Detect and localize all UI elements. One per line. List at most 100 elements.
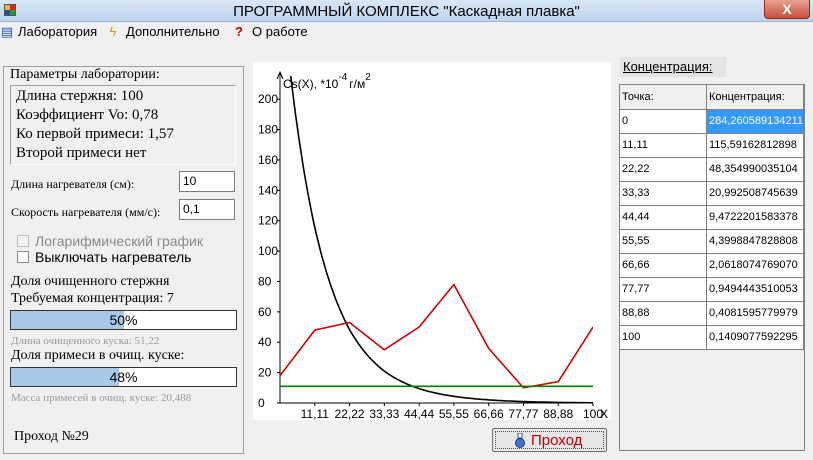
y-tick-label: 20: [258, 366, 272, 380]
purified-length-note: Длина очищенного куска: 51,22: [11, 335, 160, 347]
impurity-share-label: Доля примеси в очищ. куске:: [11, 348, 185, 363]
point-cell[interactable]: 77,77: [620, 277, 707, 302]
required-concentration-label: Требуемая концентрация: 7: [11, 291, 174, 306]
point-cell[interactable]: 88,88: [620, 301, 707, 326]
concentration-cell[interactable]: 284,260589134211: [706, 109, 804, 134]
concentration-cell[interactable]: 0,4081595779979: [706, 301, 804, 326]
point-cell[interactable]: 0: [620, 109, 707, 134]
concentration-cell[interactable]: 4,3998847828808: [706, 229, 804, 254]
title-bar: ПРОГРАММНЫЙ КОМПЛЕКС "Каскадная плавка" …: [0, 0, 813, 22]
purified-share-progress: 50%: [10, 310, 237, 330]
table-row[interactable]: 100 0,1409077592295: [620, 325, 804, 350]
concentration-cell[interactable]: 0,9494443510053: [706, 277, 804, 302]
y-tick-label: 120: [258, 214, 278, 228]
menu-bar: ▤ Лаборатория ϟ Дополнительно ? О работе: [0, 22, 813, 41]
menu-about-label: О работе: [252, 24, 308, 39]
series-line: [280, 283, 593, 389]
lab-parameters-title: Параметры лаборатории:: [10, 67, 160, 82]
concentration-cell[interactable]: 9,4722201583378: [706, 205, 804, 230]
x-tick-label: 44,44: [404, 407, 434, 420]
table-row[interactable]: 55,55 4,3998847828808: [620, 229, 804, 254]
table-row[interactable]: 88,88 0,4081595779979: [620, 301, 804, 326]
y-tick-label: 40: [258, 335, 272, 349]
lightning-icon: ϟ: [109, 24, 117, 39]
concentration-cell[interactable]: 115,59162812898: [706, 133, 804, 158]
log-chart-checkbox[interactable]: Логарифмический график: [17, 233, 203, 249]
x-tick-label: 33,33: [369, 407, 399, 420]
x-tick-label: 88,88: [543, 407, 573, 420]
coefficient-vo: Коэффициент Vo: 0,78: [16, 107, 159, 123]
y-axis-label: Cs(X), *10-4 г/м2: [283, 72, 371, 91]
x-tick-label: 55,55: [439, 407, 469, 420]
point-cell[interactable]: 33,33: [620, 181, 707, 206]
y-tick-label: 60: [258, 305, 272, 319]
column-header-point: Точка:: [620, 85, 707, 110]
heater-length-input[interactable]: 10: [179, 171, 235, 192]
x-tick-label: 11,11: [301, 407, 330, 420]
menu-additional-label: Дополнительно: [126, 24, 220, 39]
y-tick-label: 80: [258, 274, 272, 288]
checkbox-box: [17, 251, 29, 263]
chart-svg: 0 20 40 60 80 100 120 140 160 180 200 11,11 22,22 33,…: [258, 70, 608, 420]
close-button[interactable]: X: [764, 0, 810, 19]
window-title: ПРОГРАММНЫЙ КОМПЛЕКС "Каскадная плавка": [233, 3, 580, 20]
concentration-cell[interactable]: 48,354990035104: [706, 157, 804, 182]
x-tick-label: 77,77: [508, 407, 538, 420]
point-cell[interactable]: 11,11: [620, 133, 707, 158]
table-row[interactable]: 22,22 48,354990035104: [620, 157, 804, 182]
pass-button[interactable]: Проход: [492, 428, 607, 452]
log-chart-label: Логарифмический график: [35, 233, 204, 249]
purified-share-label: Доля очищенного стержня: [11, 274, 170, 289]
point-cell[interactable]: 55,55: [620, 229, 707, 254]
pass-button-label: Проход: [531, 432, 583, 449]
impurity-share-progress: 48%: [10, 367, 237, 387]
parameters-box: Длина стержня: 100 Коэффициент Vo: 0,78 …: [10, 85, 236, 165]
concentration-cell[interactable]: 0,1409077592295: [706, 325, 804, 350]
y-tick-label: 140: [258, 183, 278, 197]
heater-speed-input[interactable]: 0,1: [179, 199, 235, 220]
heater-off-label: Выключать нагреватель: [35, 249, 192, 265]
question-icon: ?: [235, 24, 243, 39]
concentration-chart: 0 20 40 60 80 100 120 140 160 180 200 11,11 22,22 33,…: [253, 62, 611, 420]
point-cell[interactable]: 22,22: [620, 157, 707, 182]
heater-length-label: Длина нагревателя (см):: [11, 177, 135, 191]
concentration-cell[interactable]: 20,992508745639: [706, 181, 804, 206]
books-icon: ▤: [0, 24, 14, 39]
first-impurity-k: Ко первой примеси: 1,57: [16, 126, 174, 142]
second-impurity: Второй примеси нет: [16, 145, 147, 161]
table-row[interactable]: 33,33 20,992508745639: [620, 181, 804, 206]
y-tick-label: 160: [258, 153, 278, 167]
concentration-grid[interactable]: Точка: Концентрация: 0 284,260589134211 11…: [619, 84, 805, 451]
concentration-cell[interactable]: 2,0618074769070: [706, 253, 804, 278]
progress-text: 48%: [109, 369, 138, 385]
y-tick-label: 180: [258, 123, 278, 137]
x-tick-label: 22,22: [335, 407, 365, 420]
table-row[interactable]: 44,44 9,4722201583378: [620, 205, 804, 230]
pass-number-label: Проход №29: [14, 429, 89, 444]
x-tick-label: 66,66: [474, 407, 504, 420]
point-cell[interactable]: 44,44: [620, 205, 707, 230]
x-axis-label: X: [600, 407, 608, 420]
column-header-concentration: Концентрация:: [706, 85, 804, 110]
rod-length: Длина стержня: 100: [16, 88, 144, 104]
heater-speed-label: Скорость нагревателя (мм/с):: [11, 205, 161, 219]
table-header: Точка: Концентрация:: [620, 85, 804, 110]
heater-off-checkbox[interactable]: Выключать нагреватель: [17, 249, 191, 265]
y-tick-label: 0: [258, 396, 265, 410]
table-row[interactable]: 0 284,260589134211: [620, 109, 804, 134]
point-cell[interactable]: 100: [620, 325, 707, 350]
table-row[interactable]: 66,66 2,0618074769070: [620, 253, 804, 278]
y-tick-label: 100: [258, 244, 278, 258]
menu-laboratory-label: Лаборатория: [18, 24, 98, 39]
progress-text: 50%: [109, 312, 138, 328]
table-row[interactable]: 11,11 115,59162812898: [620, 133, 804, 158]
table-row[interactable]: 77,77 0,9494443510053: [620, 277, 804, 302]
concentration-title: Концентрация:: [620, 57, 726, 77]
concentration-table: Точка: Концентрация: 0 284,260589134211 11…: [620, 85, 804, 350]
point-cell[interactable]: 66,66: [620, 253, 707, 278]
impurity-mass-note: Масса примесей в очищ. куске: 20,488: [11, 392, 192, 404]
flask-icon: [515, 433, 525, 448]
series-line: [289, 76, 593, 403]
y-tick-label: 200: [258, 92, 278, 106]
lab-parameters-panel: Параметры лаборатории: Длина стержня: 10…: [3, 66, 244, 454]
